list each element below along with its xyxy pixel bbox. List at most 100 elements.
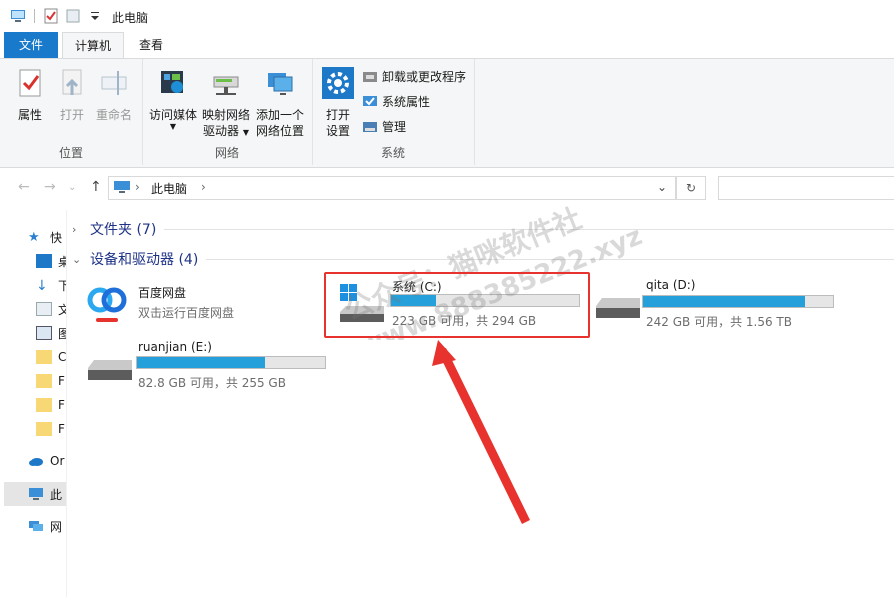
star-icon: ★ bbox=[28, 230, 40, 245]
nav-item-this-pc[interactable]: 此 bbox=[28, 483, 62, 505]
computer-icon[interactable] bbox=[10, 8, 26, 24]
dropdown-arrow-icon: ▼ bbox=[169, 122, 177, 131]
address-dropdown-icon[interactable]: ⌄ bbox=[657, 180, 667, 194]
drive-name: qita (D:) bbox=[646, 278, 696, 292]
navigation-pane: ★ 快 桌 ↓ 下 文 图 C F F F Or 此 网 bbox=[0, 210, 67, 597]
drive-info: 242 GB 可用，共 1.56 TB bbox=[646, 315, 792, 329]
manage-icon bbox=[363, 121, 377, 132]
group-network: 访问媒体 ▼ 映射网络 驱动器 ▼ 添加一个 网络位置 网络 bbox=[142, 59, 313, 165]
section-divider bbox=[206, 258, 894, 260]
nav-item-desktop[interactable]: 桌 bbox=[36, 250, 66, 272]
storage-bar-fill bbox=[137, 357, 265, 368]
rename-icon bbox=[101, 71, 127, 95]
computer-icon bbox=[29, 488, 43, 500]
refresh-button[interactable]: ↻ bbox=[676, 176, 706, 200]
section-devices[interactable]: ⌄ 设备和驱动器 (4) bbox=[68, 248, 894, 270]
folder-icon bbox=[36, 422, 52, 436]
folder-icon bbox=[36, 374, 52, 388]
breadcrumb[interactable]: 此电脑 bbox=[151, 180, 187, 197]
up-arrow-icon[interactable]: ↑ bbox=[90, 179, 102, 195]
open-icon bbox=[62, 69, 82, 95]
recent-chevron-icon[interactable]: ⌄ bbox=[68, 182, 76, 193]
download-icon: ↓ bbox=[36, 278, 48, 294]
nav-item-downloads[interactable]: ↓ 下 bbox=[36, 274, 66, 296]
drive-item-e[interactable]: ruanjian (E:) 82.8 GB 可用，共 255 GB bbox=[86, 338, 336, 392]
drive-item-baidu[interactable]: 百度网盘 双击运行百度网盘 bbox=[84, 280, 284, 330]
tab-computer[interactable]: 计算机 bbox=[62, 32, 124, 59]
hard-drive-icon bbox=[88, 360, 132, 380]
desktop-icon bbox=[36, 254, 52, 268]
address-bar[interactable]: › 此电脑 › ⌄ bbox=[108, 176, 676, 200]
network-drive-icon bbox=[213, 76, 239, 95]
chevron-down-icon[interactable] bbox=[87, 8, 103, 24]
network-icon bbox=[29, 521, 43, 531]
nav-item-documents[interactable]: 文 bbox=[36, 298, 66, 320]
manage-button[interactable]: 管理 bbox=[362, 118, 406, 135]
tab-file[interactable]: 文件 bbox=[4, 32, 58, 58]
window-title: 此电脑 bbox=[112, 11, 149, 25]
cloud-icon bbox=[29, 458, 43, 466]
separator bbox=[34, 9, 35, 23]
properties-button[interactable]: 属性 bbox=[12, 67, 48, 123]
uninstall-program-button[interactable]: 卸载或更改程序 bbox=[362, 68, 466, 85]
system-properties-icon bbox=[363, 95, 377, 106]
ribbon-tabs: 文件 计算机 查看 bbox=[0, 32, 894, 59]
title-bar: 此电脑 bbox=[0, 0, 894, 32]
media-icon bbox=[161, 71, 183, 93]
uninstall-icon bbox=[363, 71, 377, 82]
system-properties-button[interactable]: 系统属性 bbox=[362, 93, 430, 110]
forward-arrow-icon[interactable]: → bbox=[44, 179, 56, 195]
drive-info: 双击运行百度网盘 bbox=[138, 306, 235, 320]
baidu-netdisk-icon bbox=[87, 287, 127, 322]
gear-icon bbox=[322, 67, 354, 99]
dropdown-arrow-icon: ▼ bbox=[242, 128, 249, 137]
add-network-location-button[interactable]: 添加一个 网络位置 bbox=[252, 67, 308, 139]
back-arrow-icon[interactable]: ← bbox=[18, 179, 30, 195]
new-folder-icon[interactable] bbox=[65, 8, 81, 24]
refresh-icon: ↻ bbox=[685, 181, 697, 195]
open-settings-button[interactable]: 打开 设置 bbox=[318, 67, 358, 139]
drive-name: ruanjian (E:) bbox=[138, 340, 212, 354]
drive-name: 百度网盘 bbox=[138, 286, 187, 300]
properties-icon bbox=[19, 69, 41, 97]
chevron-right-icon[interactable]: › bbox=[72, 223, 86, 236]
content-area: › 文件夹 (7) ⌄ 设备和驱动器 (4) 百度网盘 双击运行百度网盘 系统 … bbox=[68, 210, 894, 597]
access-media-button[interactable]: 访问媒体 ▼ bbox=[146, 67, 200, 131]
open-button[interactable]: 打开 bbox=[54, 67, 90, 123]
storage-bar bbox=[642, 295, 834, 308]
network-location-icon bbox=[268, 73, 293, 95]
drive-info: 82.8 GB 可用，共 255 GB bbox=[138, 376, 286, 390]
nav-item-onedrive[interactable]: Or bbox=[28, 450, 64, 472]
picture-icon bbox=[36, 326, 52, 340]
drive-item-d[interactable]: qita (D:) 242 GB 可用，共 1.56 TB bbox=[594, 276, 844, 330]
section-divider bbox=[164, 228, 894, 230]
group-label-network: 网络 bbox=[214, 146, 239, 160]
nav-item-pictures[interactable]: 图 bbox=[36, 322, 66, 344]
group-label-system: 系统 bbox=[380, 146, 405, 160]
quick-access-toolbar bbox=[10, 8, 103, 24]
computer-icon bbox=[114, 181, 130, 193]
nav-item-quick-access[interactable]: ★ 快 bbox=[28, 226, 62, 248]
map-drive-button[interactable]: 映射网络 驱动器 ▼ bbox=[200, 67, 252, 141]
nav-item-folder[interactable]: C bbox=[36, 346, 66, 368]
storage-bar bbox=[136, 356, 326, 369]
hard-drive-icon bbox=[596, 298, 640, 318]
breadcrumb-chevron-icon[interactable]: › bbox=[201, 180, 206, 194]
tab-view[interactable]: 查看 bbox=[130, 32, 172, 58]
storage-bar-fill bbox=[643, 296, 805, 307]
rename-button[interactable]: 重命名 bbox=[94, 67, 134, 123]
nav-item-folder[interactable]: F bbox=[36, 394, 65, 416]
nav-item-folder[interactable]: F bbox=[36, 418, 65, 440]
folder-icon bbox=[36, 350, 52, 364]
section-folders[interactable]: › 文件夹 (7) bbox=[68, 218, 894, 240]
properties-check-icon[interactable] bbox=[43, 8, 59, 24]
nav-item-folder[interactable]: F bbox=[36, 370, 65, 392]
highlight-box bbox=[324, 272, 590, 338]
nav-item-network[interactable]: 网 bbox=[28, 515, 62, 537]
folder-icon bbox=[36, 398, 52, 412]
breadcrumb-separator-icon[interactable]: › bbox=[135, 180, 140, 194]
group-location: 属性 打开 重命名 位置 bbox=[0, 59, 143, 165]
search-input[interactable] bbox=[718, 176, 894, 200]
document-icon bbox=[36, 302, 52, 316]
chevron-down-icon[interactable]: ⌄ bbox=[72, 253, 86, 266]
